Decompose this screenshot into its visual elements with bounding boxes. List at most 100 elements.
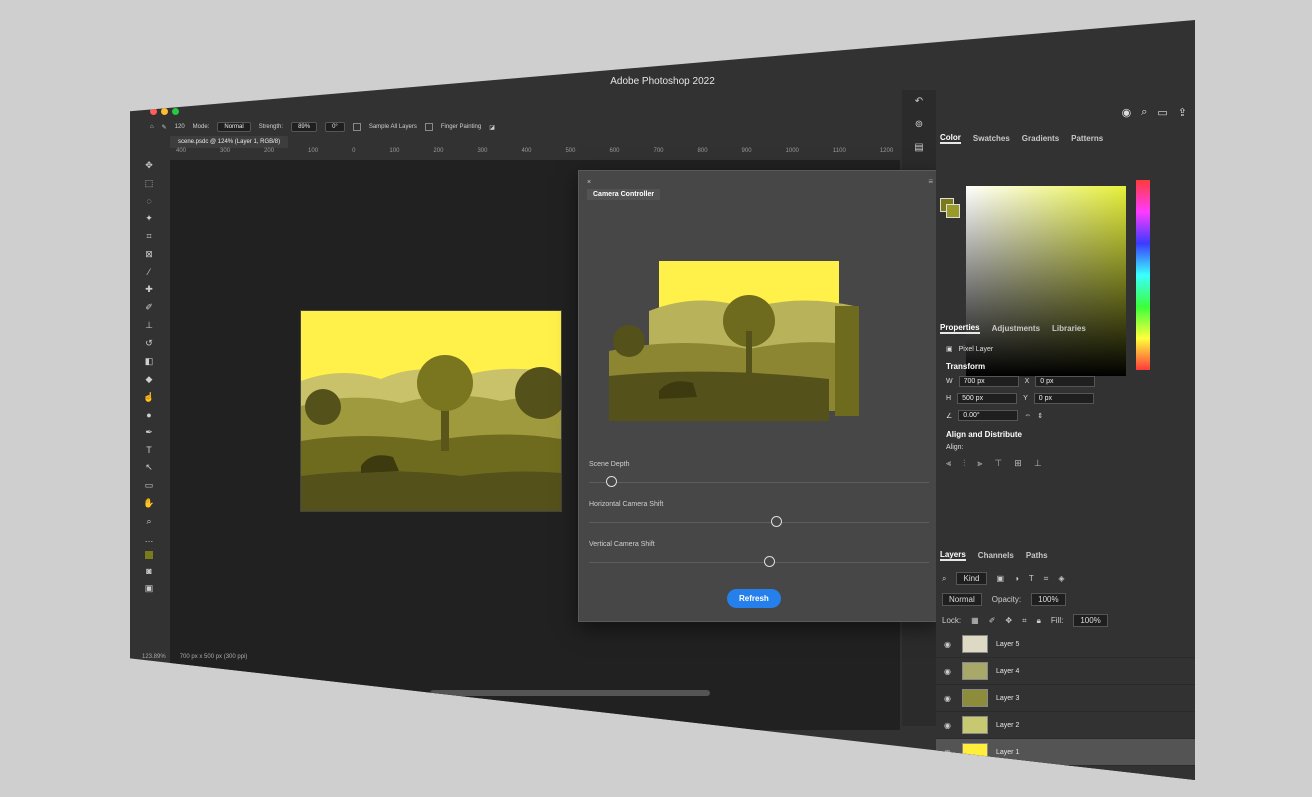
slider-knob[interactable] [770, 516, 782, 527]
shape-tool-icon[interactable]: ▭ [145, 480, 154, 491]
tab-patterns[interactable]: Patterns [1071, 134, 1103, 143]
angle-field[interactable]: 0.00° [958, 410, 1019, 421]
binoculars-icon[interactable]: ⊚ [915, 119, 923, 130]
zoom-window-button[interactable] [172, 108, 179, 115]
minimize-window-button[interactable] [161, 108, 168, 115]
filter-smart-icon[interactable]: ◈ [1058, 574, 1064, 583]
zoom-tool-icon[interactable]: ⌕ [146, 516, 151, 527]
visibility-eye-icon[interactable]: ◉ [944, 640, 954, 649]
align-top-icon[interactable]: ⊤ [994, 458, 1002, 469]
horizontal-scrollbar[interactable] [430, 690, 710, 696]
mode-select[interactable]: Normal [217, 122, 251, 132]
lock-artboard-icon[interactable]: ⌗ [1022, 616, 1027, 626]
close-icon[interactable]: × [587, 179, 591, 186]
flip-horizontal-icon[interactable]: ⇔ [1024, 412, 1031, 419]
magic-wand-icon[interactable]: ✦ [145, 213, 153, 224]
pressure-icon[interactable]: ◪ [489, 124, 495, 131]
angle-field[interactable]: 0° [325, 122, 345, 132]
new-layer-icon[interactable]: ⊞ [1090, 776, 1098, 780]
strength-field[interactable]: 89% [291, 122, 318, 132]
height-field[interactable]: 500 px [957, 393, 1018, 404]
eyedropper-icon[interactable]: ⁄ [148, 267, 150, 277]
sample-all-layers-checkbox[interactable] [352, 123, 361, 131]
adjustment-layer-icon[interactable]: ◐ [1044, 776, 1049, 780]
type-tool-icon[interactable]: T [146, 445, 152, 455]
visibility-eye-icon[interactable]: ◉ [944, 667, 954, 676]
visibility-eye-icon[interactable]: ◉ [944, 748, 954, 757]
slider-knob[interactable] [605, 476, 617, 487]
visibility-eye-icon[interactable]: ◉ [944, 721, 954, 730]
lock-position-icon[interactable]: ✥ [1005, 616, 1012, 625]
tab-gradients[interactable]: Gradients [1022, 134, 1059, 143]
lock-image-icon[interactable]: ✐ [989, 616, 996, 625]
frame-tool-icon[interactable]: ⊠ [145, 249, 153, 260]
home-icon[interactable]: ⌂ [150, 124, 154, 130]
align-bottom-icon[interactable]: ⊥ [1034, 458, 1042, 469]
lock-pixels-icon[interactable]: ▦ [971, 616, 979, 625]
layer-row[interactable]: ◉ Layer 2 [936, 712, 1195, 739]
link-layers-icon[interactable]: ⚭ [976, 776, 984, 780]
refresh-button[interactable]: Refresh [727, 589, 781, 608]
y-field[interactable]: 0 px [1033, 393, 1094, 404]
visibility-eye-icon[interactable]: ◉ [944, 694, 954, 703]
tab-adjustments[interactable]: Adjustments [992, 324, 1040, 333]
brush-size[interactable]: 120 [175, 124, 185, 130]
tab-paths[interactable]: Paths [1026, 551, 1048, 560]
slider-track[interactable] [589, 556, 929, 567]
fx-icon[interactable]: fx [1000, 776, 1007, 780]
smudge-tool-icon[interactable]: ✎ [162, 124, 167, 131]
zoom-level[interactable]: 123.89% [142, 654, 166, 660]
foreground-color-swatch[interactable] [145, 551, 153, 559]
brush-tool-icon[interactable]: ✐ [145, 302, 153, 313]
pen-tool-icon[interactable]: ✒ [145, 427, 153, 438]
workspace-icon[interactable]: ▭ [1157, 106, 1167, 119]
slider-knob[interactable] [763, 556, 775, 567]
eraser-tool-icon[interactable]: ◧ [145, 356, 154, 367]
lasso-tool-icon[interactable]: ◌ [146, 196, 151, 206]
tab-libraries[interactable]: Libraries [1052, 324, 1086, 333]
history-icon[interactable]: ↶ [915, 96, 923, 107]
share-icon[interactable]: ⇪ [1178, 106, 1187, 119]
slider-track[interactable] [589, 516, 929, 527]
camera-controller-tab[interactable]: Camera Controller [587, 189, 661, 200]
bucket-tool-icon[interactable]: ◆ [146, 374, 153, 385]
trash-icon[interactable]: 🗑︎ [1114, 776, 1125, 780]
new-group-icon[interactable]: ▬ [1065, 776, 1074, 780]
filter-type-icon[interactable]: T [1029, 574, 1034, 583]
layer-row[interactable]: ◉ Layer 5 [936, 631, 1195, 658]
filter-pixel-icon[interactable]: ▣ [997, 574, 1005, 583]
filter-adjustment-icon[interactable]: ◑ [1014, 574, 1019, 583]
align-center-icon[interactable]: ⫶ [963, 458, 965, 469]
align-right-icon[interactable]: ⫸ [977, 458, 982, 469]
filter-kind-select[interactable]: Kind [956, 572, 987, 585]
quick-mask-icon[interactable]: ◙ [146, 566, 151, 576]
tab-channels[interactable]: Channels [978, 551, 1014, 560]
history-brush-icon[interactable]: ↺ [145, 338, 153, 349]
search-icon[interactable]: ⌕ [1141, 106, 1147, 119]
comment-icon[interactable]: ▤ [914, 142, 923, 153]
more-tools-icon[interactable]: … [145, 534, 154, 544]
layer-row[interactable]: ◉ Layer 4 [936, 658, 1195, 685]
marquee-tool-icon[interactable]: ⬚ [145, 178, 154, 189]
filter-shape-icon[interactable]: ⌗ [1044, 574, 1049, 584]
tab-color[interactable]: Color [940, 133, 961, 144]
healing-brush-icon[interactable]: ✚ [145, 284, 153, 295]
tab-properties[interactable]: Properties [940, 323, 980, 334]
opacity-field[interactable]: 100% [1031, 593, 1066, 606]
finger-painting-checkbox[interactable] [424, 123, 433, 131]
hand-tool-icon[interactable]: ✋ [143, 498, 154, 509]
layer-row[interactable]: ◉ Layer 3 [936, 685, 1195, 712]
x-field[interactable]: 0 px [1035, 376, 1096, 387]
screen-mode-icon[interactable]: ▣ [145, 583, 154, 594]
fill-field[interactable]: 100% [1073, 614, 1108, 627]
background-swatch[interactable] [946, 204, 960, 218]
document-tab[interactable]: scene.psdc @ 124% (Layer 1, RGB/8) [170, 136, 289, 148]
align-middle-icon[interactable]: ⊞ [1014, 458, 1022, 469]
tab-layers[interactable]: Layers [940, 550, 966, 561]
close-window-button[interactable] [150, 108, 157, 115]
stamp-tool-icon[interactable]: ⊥ [145, 320, 153, 331]
slider-track[interactable] [589, 476, 929, 487]
align-left-icon[interactable]: ⫷ [946, 458, 951, 469]
path-select-icon[interactable]: ↖ [145, 462, 153, 473]
width-field[interactable]: 700 px [958, 376, 1019, 387]
